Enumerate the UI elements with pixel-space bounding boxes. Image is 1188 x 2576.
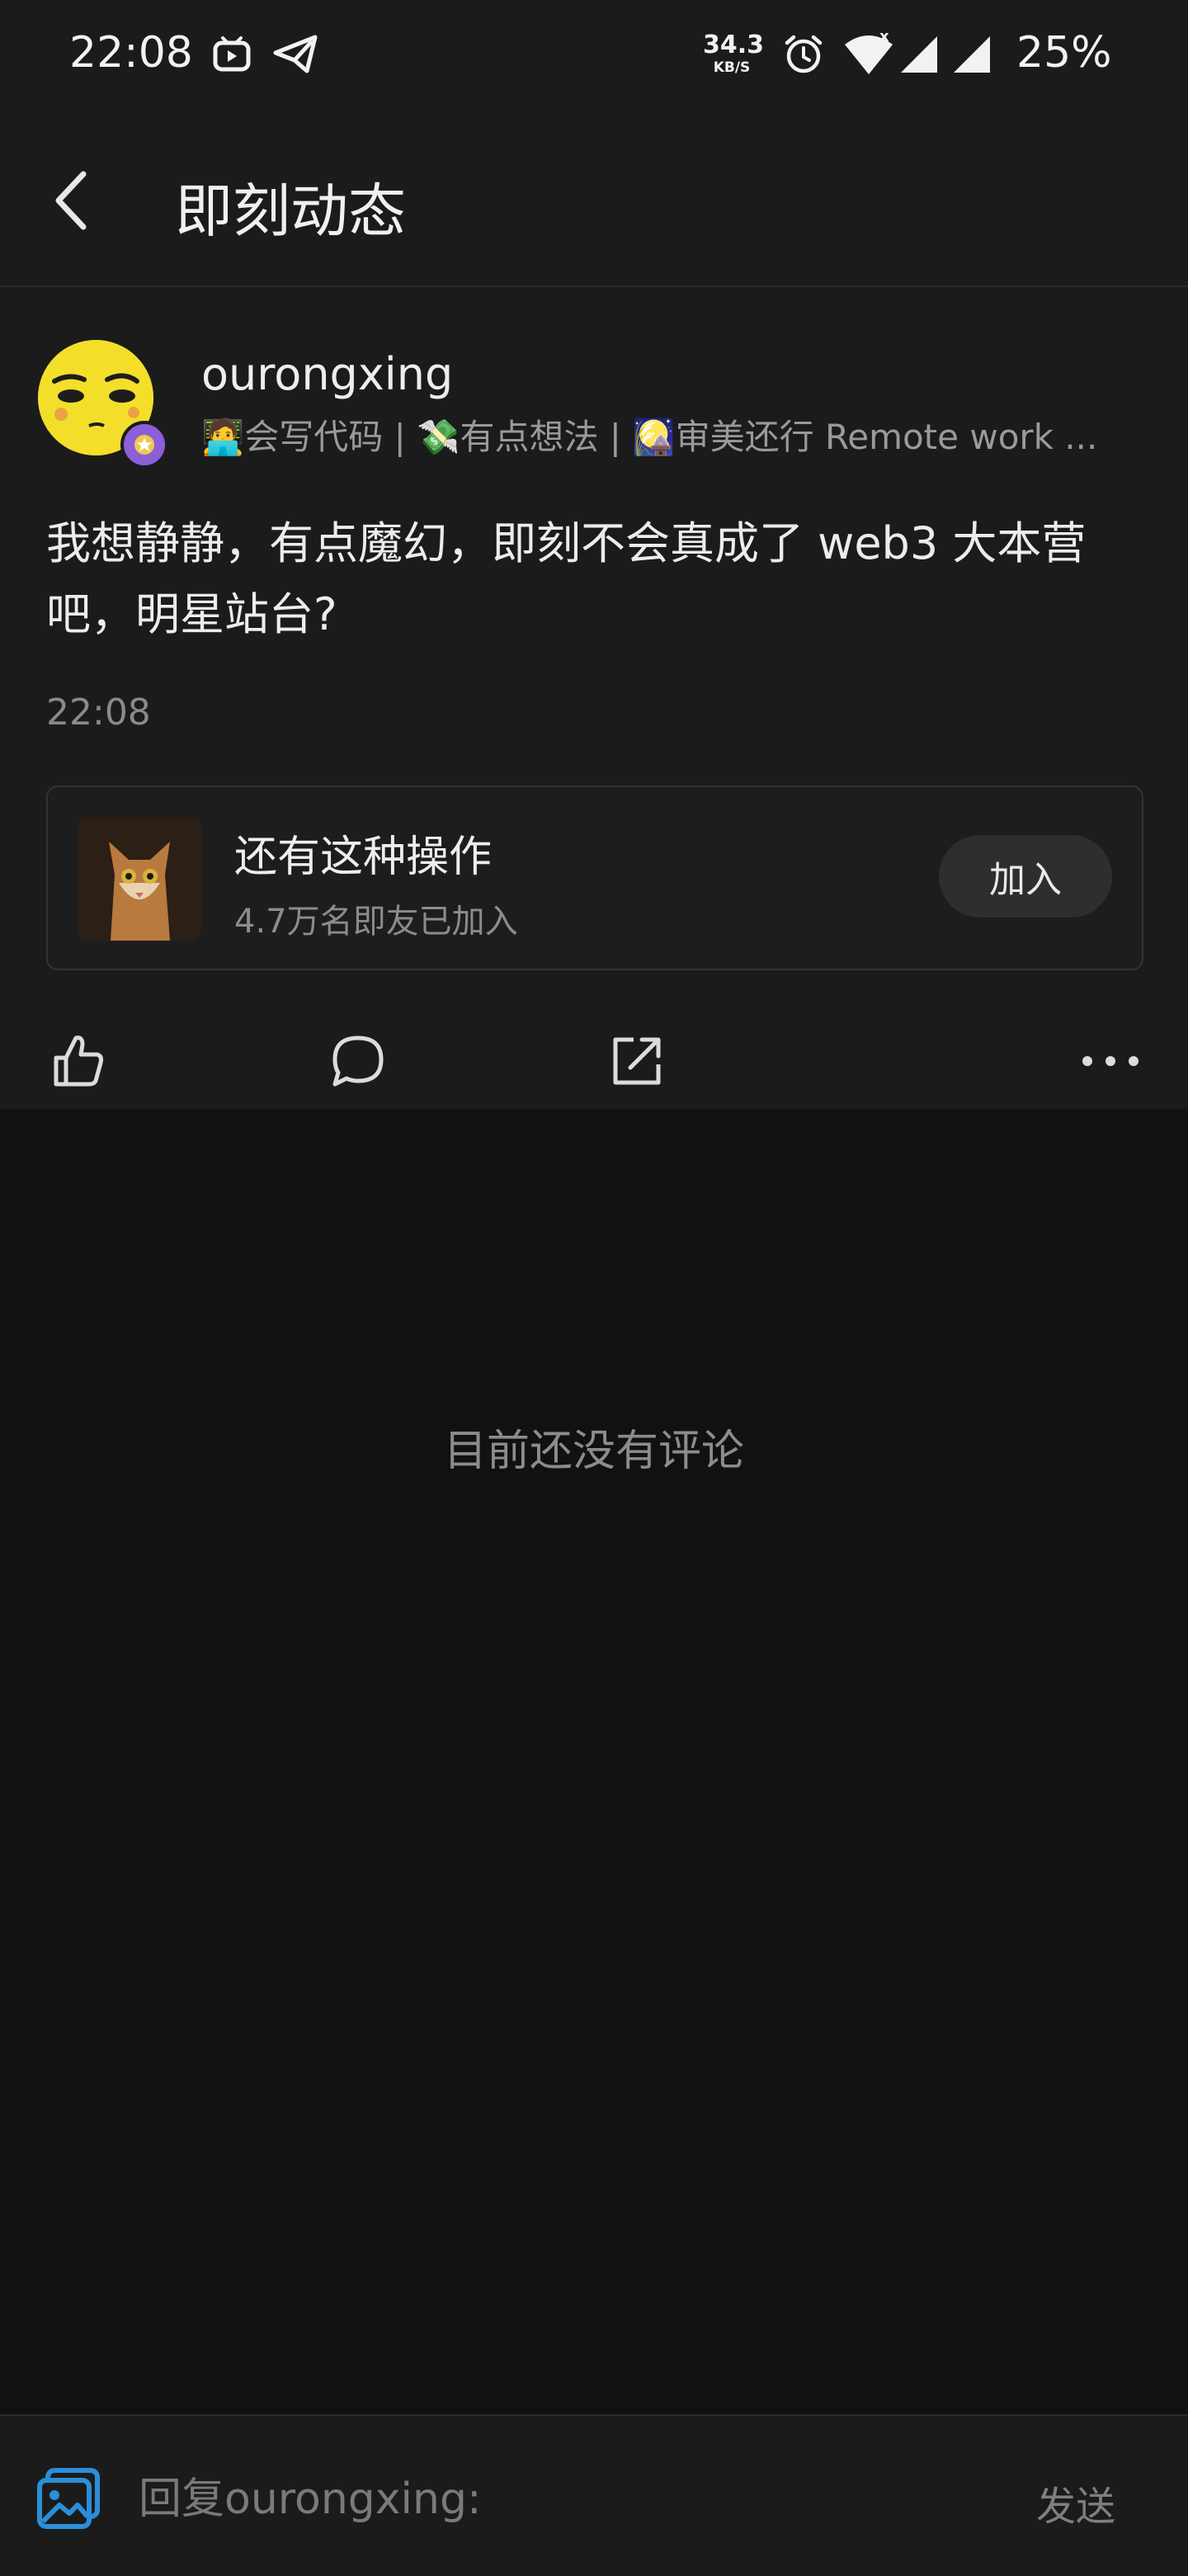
- status-time: 22:08: [69, 28, 193, 78]
- telegram-icon: [272, 33, 318, 78]
- more-dots-icon: [1082, 1056, 1138, 1066]
- net-speed-unit: KB/S: [713, 59, 751, 76]
- like-button[interactable]: [46, 1028, 112, 1094]
- wifi-icon: x: [843, 28, 894, 79]
- verified-badge-icon: [120, 421, 168, 469]
- net-speed-value: 34.3: [703, 31, 765, 59]
- reply-bar: 发送: [0, 2414, 1188, 2576]
- circle-topic-card[interactable]: 还有这种操作 4.7万名即友已加入 加入: [46, 786, 1143, 970]
- circle-thumbnail: [78, 817, 201, 941]
- cat-image-icon: [78, 817, 201, 941]
- post-user-bio: 🧑‍💻会写代码 | 💸有点想法 | 🎑审美还行 Remote work ...: [201, 417, 1098, 457]
- send-button[interactable]: 发送: [1036, 2474, 1115, 2531]
- page-title: 即刻动态: [175, 177, 406, 245]
- circle-name: 还有这种操作: [234, 833, 493, 882]
- back-button[interactable]: [38, 163, 104, 238]
- signal-icon-2: [950, 33, 993, 79]
- share-icon: [613, 1037, 661, 1085]
- comment-button[interactable]: [325, 1028, 391, 1094]
- back-arrow-icon: [55, 171, 87, 230]
- battery-level: 25%: [1016, 28, 1112, 78]
- no-comments-text: 目前还没有评论: [443, 1427, 744, 1476]
- status-bar: 22:08 34.3 KB/S x 25%: [0, 0, 1188, 116]
- post-card: ourongxing 🧑‍💻会写代码 | 💸有点想法 | 🎑审美还行 Remot…: [0, 287, 1188, 1109]
- circle-member-count: 4.7万名即友已加入: [234, 903, 518, 941]
- svg-text:x: x: [879, 30, 889, 45]
- post-content: 我想静静，有点魔幻，即刻不会真成了 web3 大本营吧，明星站台?: [46, 517, 1087, 640]
- share-button[interactable]: [604, 1028, 670, 1094]
- image-icon: [37, 2468, 100, 2529]
- more-options-button[interactable]: [1077, 1028, 1143, 1094]
- post-action-bar: [0, 1013, 1188, 1096]
- post-timestamp: 22:08: [46, 691, 151, 734]
- alarm-icon: [782, 33, 825, 79]
- post-username[interactable]: ourongxing: [201, 348, 453, 400]
- reply-input[interactable]: [137, 2457, 965, 2541]
- signal-icon-1: [898, 33, 940, 79]
- join-circle-button[interactable]: 加入: [939, 835, 1112, 918]
- thumbs-up-icon: [54, 1036, 103, 1087]
- net-speed: 34.3 KB/S: [703, 31, 765, 76]
- tv-app-icon: [211, 33, 252, 78]
- comment-bubble-icon: [332, 1036, 384, 1087]
- app-bar: 即刻动态: [0, 116, 1188, 287]
- insert-image-button[interactable]: [36, 2465, 102, 2531]
- avatar[interactable]: [38, 340, 168, 469]
